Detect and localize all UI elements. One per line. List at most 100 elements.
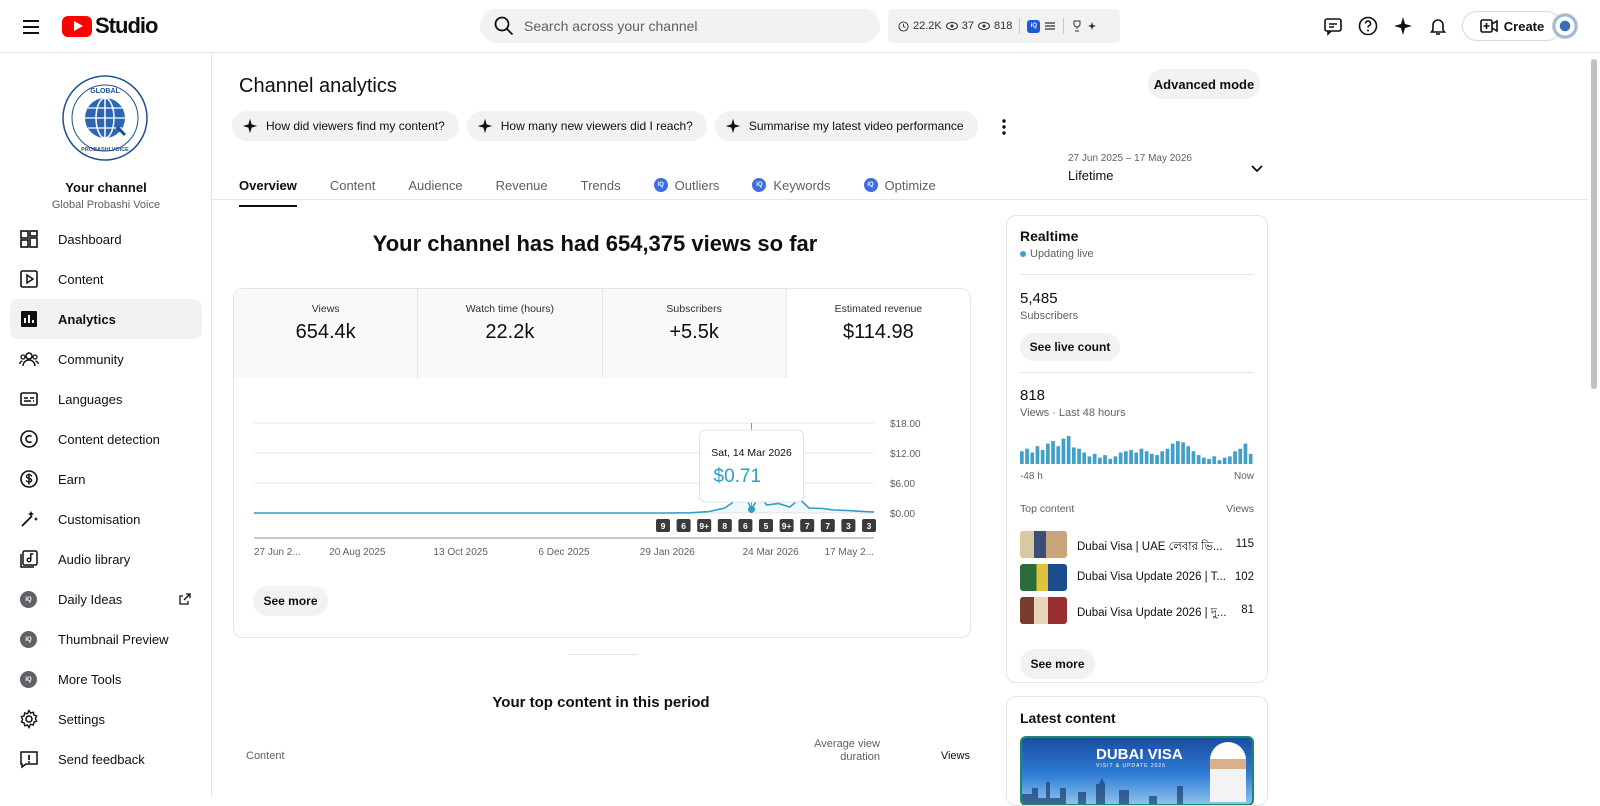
metric-label: Watch time (hours) [465, 303, 555, 315]
realtime-see-more-button[interactable]: See more [1020, 649, 1095, 679]
realtime-bar [1233, 451, 1237, 464]
tab-trends[interactable]: Trends [581, 171, 621, 199]
x-tick-label: 24 Mar 2026 [743, 547, 800, 558]
scrollbar-thumb[interactable] [1591, 59, 1597, 389]
sidebar-item-content[interactable]: Content [10, 259, 202, 299]
more-options-icon[interactable] [992, 115, 1016, 139]
sidebar-item-analytics[interactable]: Analytics [10, 299, 202, 339]
realtime-bar-chart[interactable] [1020, 434, 1254, 464]
column-header-avd[interactable]: Average view duration [802, 738, 880, 764]
x-tick-label: 29 Jan 2026 [640, 547, 695, 558]
realtime-bar [1072, 447, 1076, 464]
chip-summarise-latest[interactable]: Summarise my latest video performance [714, 111, 978, 141]
realtime-bar [1228, 456, 1232, 464]
video-marker-label: 3 [846, 521, 851, 531]
sidebar-item-audio-library[interactable]: Audio library [10, 539, 202, 579]
sidebar-item-dashboard[interactable]: Dashboard [10, 219, 202, 259]
list-item[interactable]: Dubai Visa Update 2026 | দু... 81 [1020, 597, 1254, 625]
settings-gear-icon [20, 709, 38, 729]
tab-revenue[interactable]: Revenue [496, 171, 548, 199]
tab-audience[interactable]: Audience [408, 171, 462, 199]
views-stat-a: 37 [961, 20, 974, 32]
search-bar[interactable] [480, 9, 880, 43]
see-live-count-button[interactable]: See live count [1020, 333, 1120, 361]
metric-watch-time[interactable]: Watch time (hours) 22.2k [418, 289, 603, 378]
notifications-icon[interactable] [1425, 13, 1451, 39]
latest-content-title: Latest content [1020, 710, 1116, 726]
list-item[interactable]: Dubai Visa | UAE লেবার ভি... 115 [1020, 531, 1254, 559]
video-marker-label: 7 [825, 521, 830, 531]
create-button[interactable]: Create [1462, 11, 1562, 41]
sidebar-item-thumbnail-preview[interactable]: iQ Thumbnail Preview [10, 619, 202, 659]
metric-views[interactable]: Views 654.4k [234, 289, 419, 378]
account-avatar[interactable] [1552, 13, 1578, 39]
date-range-picker[interactable]: 27 Jun 2025 – 17 May 2026 Lifetime [1068, 153, 1268, 183]
y-tick-label: $18.00 [890, 419, 921, 430]
list-item[interactable]: Dubai Visa Update 2026 | T... 102 [1020, 564, 1254, 592]
y-tick-label: $12.00 [890, 449, 921, 460]
tab-outliers[interactable]: iQ Outliers [653, 171, 720, 199]
column-header-content[interactable]: Content [246, 750, 285, 762]
sidebar-item-languages[interactable]: Languages [10, 379, 202, 419]
tab-content[interactable]: Content [330, 171, 376, 199]
sidebar-item-customisation[interactable]: Customisation [10, 499, 202, 539]
metric-subscribers[interactable]: Subscribers +5.5k [602, 289, 787, 378]
video-views: 81 [1241, 604, 1254, 616]
sidebar-item-label: Daily Ideas [58, 591, 123, 607]
comment-feedback-icon[interactable] [1320, 13, 1346, 39]
sparkle-icon [725, 118, 741, 134]
chip-new-viewers[interactable]: How many new viewers did I reach? [466, 111, 707, 141]
advanced-mode-button[interactable]: Advanced mode [1148, 69, 1260, 99]
list-icon[interactable] [1044, 21, 1056, 31]
realtime-bar [1181, 442, 1185, 464]
trophy-icon[interactable] [1071, 20, 1083, 32]
help-icon[interactable] [1355, 13, 1381, 39]
overview-card: Views 654.4k Watch time (hours) 22.2k Su… [233, 288, 971, 638]
column-header-views[interactable]: Views [912, 750, 970, 762]
sparkle-icon[interactable] [1390, 13, 1416, 39]
sidebar-item-more-tools[interactable]: iQ More Tools [10, 659, 202, 699]
realtime-bar [1077, 448, 1081, 464]
sidebar-item-earn[interactable]: Earn [10, 459, 202, 499]
video-marker-label: 9 [661, 521, 666, 531]
chip-label: Summarise my latest video performance [748, 119, 964, 133]
chip-find-content[interactable]: How did viewers find my content? [232, 111, 459, 141]
realtime-bar [1025, 448, 1029, 464]
sidebar-item-content-detection[interactable]: Content detection [10, 419, 202, 459]
menu-icon[interactable] [18, 14, 44, 40]
tab-label: Outliers [674, 177, 720, 193]
search-input[interactable] [524, 18, 844, 34]
tab-label: Optimize [884, 177, 936, 193]
sidebar-item-send-feedback[interactable]: Send feedback [10, 739, 202, 779]
realtime-bar [1134, 452, 1139, 464]
tab-label: Keywords [773, 177, 831, 193]
channel-avatar[interactable]: GLOBAL PROBASHI VOICE [62, 75, 148, 161]
tab-optimize[interactable]: iQ Optimize [863, 171, 936, 199]
realtime-bar [1170, 443, 1175, 464]
realtime-bar [1020, 451, 1024, 464]
sidebar-item-settings[interactable]: Settings [10, 699, 202, 739]
metric-revenue[interactable]: Estimated revenue $114.98 [786, 289, 970, 378]
realtime-title: Realtime [1020, 228, 1079, 244]
see-more-button[interactable]: See more [253, 586, 328, 616]
vidiq-icon[interactable]: iQ [1027, 19, 1041, 33]
realtime-bar [1248, 453, 1253, 464]
metric-value: 22.2k [485, 321, 535, 343]
video-title: Dubai Visa Update 2026 | দু... [1077, 607, 1227, 619]
sidebar-item-community[interactable]: Community [10, 339, 202, 379]
revenue-chart[interactable]: $18.00 $12.00 $6.00 $0.00 27 Jun 2... 20 Aug … [234, 378, 971, 578]
sidebar-item-daily-ideas[interactable]: iQ Daily Ideas [10, 579, 202, 619]
realtime-bar [1066, 436, 1071, 464]
realtime-bar [1212, 456, 1217, 464]
axis-end: Now [1233, 471, 1254, 482]
scrollbar[interactable] [1588, 53, 1600, 796]
sparkle-plus-icon[interactable] [1087, 20, 1099, 32]
realtime-bar [1087, 456, 1092, 464]
vidiq-stats-bar[interactable]: 22.2K 37 818 iQ [888, 9, 1120, 43]
tab-keywords[interactable]: iQ Keywords [752, 171, 831, 199]
tab-overview[interactable]: Overview [239, 171, 297, 207]
video-marker-label: 3 [867, 521, 872, 531]
separator [1063, 18, 1065, 34]
realtime-bar [1046, 443, 1050, 464]
studio-logo[interactable]: Studio [62, 13, 158, 39]
